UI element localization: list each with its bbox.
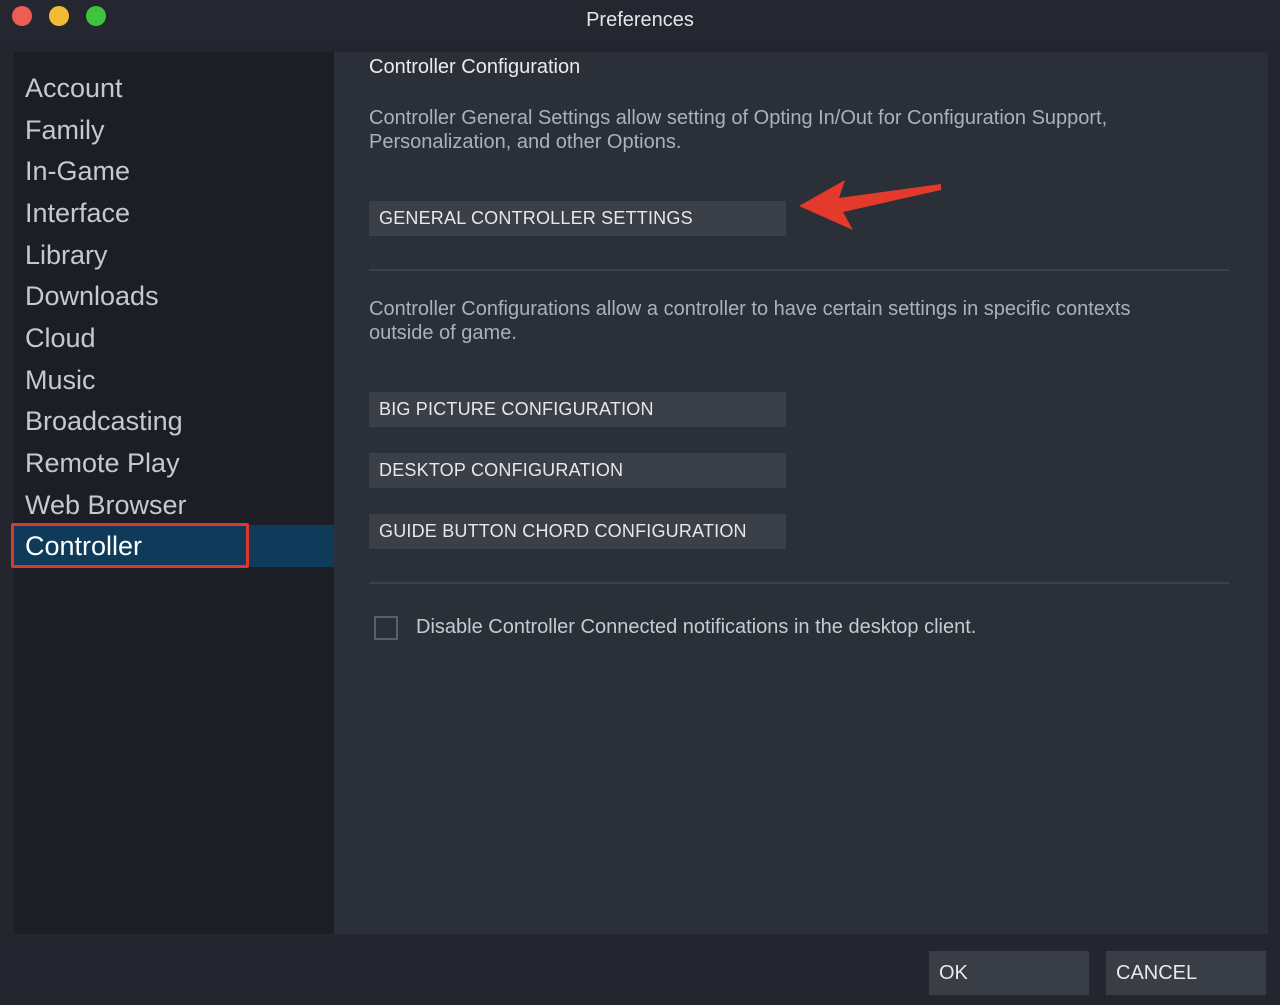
sidebar-item-music[interactable]: Music — [14, 359, 334, 401]
sidebar: Account Family In-Game Interface Library… — [14, 52, 336, 934]
configurations-description: Controller Configurations allow a contro… — [369, 298, 1131, 344]
sidebar-item-family[interactable]: Family — [14, 109, 334, 151]
sidebar-item-interface[interactable]: Interface — [14, 192, 334, 234]
title-bar: Preferences — [0, 0, 1280, 42]
sidebar-item-cloud[interactable]: Cloud — [14, 317, 334, 359]
disable-notifications-label[interactable]: Disable Controller Connected notificatio… — [416, 616, 976, 639]
sidebar-item-library[interactable]: Library — [14, 234, 334, 276]
general-controller-settings-button[interactable]: GENERAL CONTROLLER SETTINGS — [369, 201, 786, 236]
page-title: Controller Configuration — [369, 56, 581, 78]
sidebar-item-remote-play[interactable]: Remote Play — [14, 442, 334, 484]
annotation-arrow-icon — [799, 180, 941, 230]
general-settings-description: Controller General Settings allow settin… — [369, 107, 1108, 153]
big-picture-configuration-button[interactable]: BIG PICTURE CONFIGURATION — [369, 392, 786, 427]
sidebar-item-downloads[interactable]: Downloads — [14, 275, 334, 317]
window-title: Preferences — [586, 9, 694, 31]
annotation-highlight-box — [11, 523, 249, 568]
section-divider — [369, 582, 1229, 584]
desktop-configuration-button[interactable]: DESKTOP CONFIGURATION — [369, 453, 786, 488]
guide-button-chord-configuration-button[interactable]: GUIDE BUTTON CHORD CONFIGURATION — [369, 514, 786, 549]
ok-button[interactable]: OK — [929, 951, 1089, 995]
disable-notifications-checkbox[interactable] — [374, 616, 398, 640]
sidebar-item-web-browser[interactable]: Web Browser — [14, 484, 334, 526]
sidebar-item-broadcasting[interactable]: Broadcasting — [14, 400, 334, 442]
cancel-button[interactable]: CANCEL — [1106, 951, 1266, 995]
section-divider — [369, 269, 1229, 271]
sidebar-item-account[interactable]: Account — [14, 67, 334, 109]
sidebar-item-in-game[interactable]: In-Game — [14, 150, 334, 192]
